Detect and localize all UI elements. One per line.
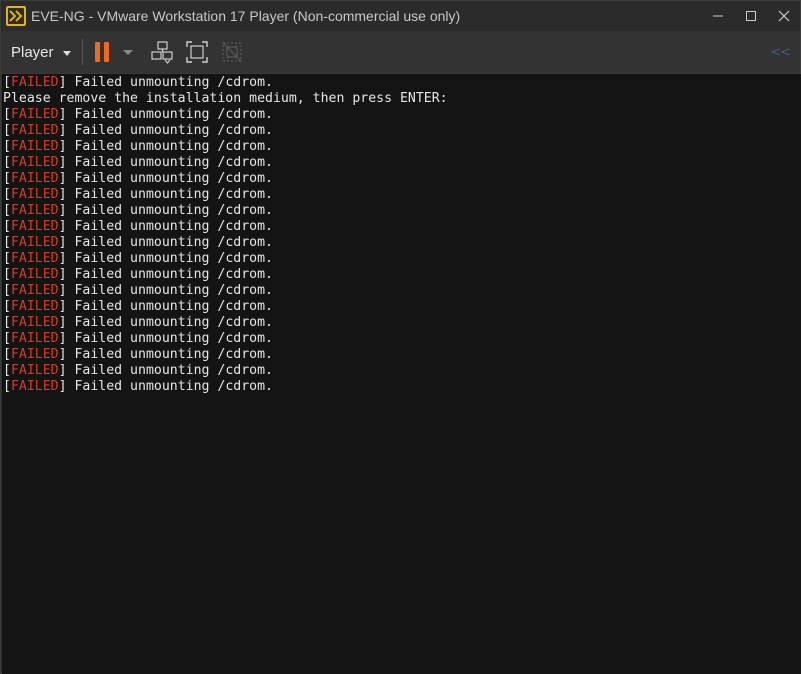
- failed-status: FAILED: [10, 299, 59, 314]
- console-message: Failed unmounting /cdrom.: [74, 107, 273, 122]
- console-message: Failed unmounting /cdrom.: [74, 267, 273, 282]
- collapse-toolbar-button[interactable]: <<: [770, 31, 791, 73]
- console-message: Failed unmounting /cdrom.: [74, 171, 273, 186]
- failed-status: FAILED: [10, 219, 59, 234]
- minimize-button[interactable]: [701, 1, 734, 31]
- console-line: [FAILED] Failed unmounting /cdrom.: [3, 379, 273, 394]
- failed-status: FAILED: [10, 187, 59, 202]
- failed-status: FAILED: [10, 235, 59, 250]
- console-message: Failed unmounting /cdrom.: [74, 75, 273, 90]
- console-line: [FAILED] Failed unmounting /cdrom.: [3, 347, 273, 362]
- fullscreen-icon: [185, 41, 208, 63]
- pause-icon: [94, 42, 100, 62]
- vmware-app-icon: [6, 6, 26, 26]
- player-menu-button[interactable]: Player: [11, 37, 71, 67]
- console-line: [FAILED] Failed unmounting /cdrom.: [3, 171, 273, 186]
- window-controls: [701, 1, 800, 31]
- console-line: [FAILED] Failed unmounting /cdrom.: [3, 267, 273, 282]
- console-line: [FAILED] Failed unmounting /cdrom.: [3, 283, 273, 298]
- failed-status: FAILED: [10, 251, 59, 266]
- vmware-player-window: EVE-NG - VMware Workstation 17 Player (N…: [0, 0, 801, 674]
- failed-status: FAILED: [10, 171, 59, 186]
- console-message: Failed unmounting /cdrom.: [74, 299, 273, 314]
- window-title: EVE-NG - VMware Workstation 17 Player (N…: [31, 8, 461, 24]
- toolbar-divider: [81, 39, 83, 65]
- console-message: Failed unmounting /cdrom.: [74, 203, 273, 218]
- console-message: Failed unmounting /cdrom.: [74, 331, 273, 346]
- pause-icon-bar: [103, 42, 109, 62]
- pause-button[interactable]: [94, 37, 133, 67]
- console-message: Please remove the installation medium, t…: [3, 91, 448, 106]
- failed-status: FAILED: [10, 203, 59, 218]
- console-message: Failed unmounting /cdrom.: [74, 219, 273, 234]
- failed-status: FAILED: [10, 75, 59, 90]
- console-line: [FAILED] Failed unmounting /cdrom.: [3, 219, 273, 234]
- console-message: Failed unmounting /cdrom.: [74, 235, 273, 250]
- console-line: [FAILED] Failed unmounting /cdrom.: [3, 107, 273, 122]
- failed-status: FAILED: [10, 139, 59, 154]
- console-line: [FAILED] Failed unmounting /cdrom.: [3, 251, 273, 266]
- fullscreen-button[interactable]: [185, 40, 209, 64]
- console-line: [FAILED] Failed unmounting /cdrom.: [3, 203, 273, 218]
- failed-status: FAILED: [10, 347, 59, 362]
- console-line: [FAILED] Failed unmounting /cdrom.: [3, 363, 273, 378]
- console-message: Failed unmounting /cdrom.: [74, 379, 273, 394]
- console-message: Failed unmounting /cdrom.: [74, 123, 273, 138]
- maximize-button[interactable]: [734, 1, 767, 31]
- failed-status: FAILED: [10, 123, 59, 138]
- network-computers-icon: [150, 41, 173, 64]
- send-ctrl-alt-del-button[interactable]: [150, 40, 174, 64]
- console-message: Failed unmounting /cdrom.: [74, 251, 273, 266]
- failed-status: FAILED: [10, 363, 59, 378]
- console-line: Please remove the installation medium, t…: [2, 91, 801, 107]
- console-message: Failed unmounting /cdrom.: [74, 363, 273, 378]
- player-menu-label: Player: [11, 43, 54, 61]
- maximize-icon: [745, 11, 756, 21]
- player-toolbar: Player <<: [1, 31, 800, 74]
- close-button[interactable]: [767, 1, 800, 31]
- console-message: Failed unmounting /cdrom.: [74, 347, 273, 362]
- close-icon: [778, 10, 789, 22]
- console-message: Failed unmounting /cdrom.: [74, 139, 273, 154]
- failed-status: FAILED: [10, 107, 59, 122]
- console-line: [FAILED] Failed unmounting /cdrom.: [3, 187, 273, 202]
- console-line: [FAILED] Failed unmounting /cdrom.: [3, 75, 273, 90]
- minimize-icon: [712, 15, 723, 17]
- console-line: [FAILED] Failed unmounting /cdrom.: [3, 155, 273, 170]
- failed-status: FAILED: [10, 379, 59, 394]
- unity-disabled-icon: [221, 42, 242, 62]
- unity-mode-button[interactable]: [220, 40, 244, 64]
- console-message: Failed unmounting /cdrom.: [74, 155, 273, 170]
- console-line: [FAILED] Failed unmounting /cdrom.: [3, 299, 273, 314]
- console-line: [FAILED] Failed unmounting /cdrom.: [3, 139, 273, 154]
- console-message: Failed unmounting /cdrom.: [74, 315, 273, 330]
- chevron-down-icon: [62, 50, 71, 56]
- failed-status: FAILED: [10, 315, 59, 330]
- console-message: Failed unmounting /cdrom.: [74, 283, 273, 298]
- failed-status: FAILED: [10, 155, 59, 170]
- console-message: Failed unmounting /cdrom.: [74, 187, 273, 202]
- console-line: [FAILED] Failed unmounting /cdrom.: [3, 235, 273, 250]
- console-line: [FAILED] Failed unmounting /cdrom.: [3, 331, 273, 346]
- vm-console-screen[interactable]: [FAILED] Failed unmounting /cdrom. Please…: [2, 74, 801, 674]
- title-bar[interactable]: EVE-NG - VMware Workstation 17 Player (N…: [1, 1, 800, 31]
- failed-status: FAILED: [10, 331, 59, 346]
- failed-status: FAILED: [10, 283, 59, 298]
- failed-status: FAILED: [10, 267, 59, 282]
- console-line: [FAILED] Failed unmounting /cdrom.: [3, 315, 273, 330]
- pause-dropdown-chevron-icon[interactable]: [122, 49, 133, 55]
- double-chevron-left-icon: <<: [770, 44, 791, 60]
- console-line: [FAILED] Failed unmounting /cdrom.: [3, 123, 273, 138]
